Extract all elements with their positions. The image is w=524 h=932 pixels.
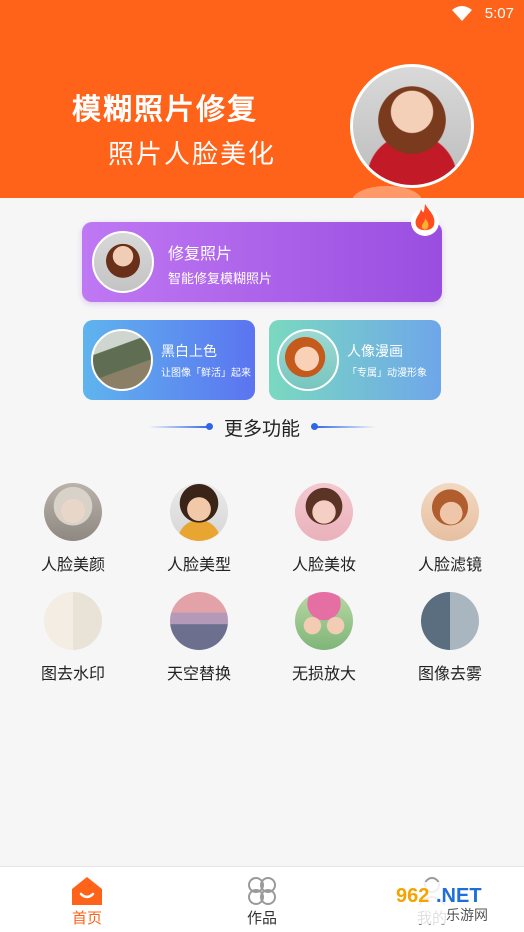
watermark-remove-icon [44,592,102,650]
photo-repair-thumbnail [92,231,154,293]
grid-item-watermark-remove[interactable]: 图去水印 [18,592,128,692]
svg-text:962: 962 [396,885,429,907]
home-icon [72,877,102,905]
portrait-comic-card[interactable]: 人像漫画 「专属」动漫形象 [269,320,441,400]
portrait-comic-thumbnail [277,329,339,391]
colorize-thumbnail [91,329,153,391]
photo-repair-card[interactable]: 修复照片 智能修复模糊照片 [82,222,442,302]
svg-text:.NET: .NET [436,885,482,907]
svg-text:乐游网: 乐游网 [446,908,488,924]
dehaze-icon [421,592,479,650]
colorize-desc: 让图像「鲜活」起来 [161,368,251,379]
grid-item-face-shape[interactable]: 人脸美型 [144,483,254,583]
section-divider-right [314,426,376,428]
nav-home-label: 首页 [71,909,102,927]
works-icon [248,877,276,905]
grid-label: 人脸美妆 [291,555,356,574]
grid-label: 人脸美型 [166,555,231,574]
grid-label: 人脸滤镜 [417,555,482,574]
colorize-card[interactable]: 黑白上色 让图像「鲜活」起来 [83,320,255,400]
header-banner: 5:07 模糊照片修复 照片人脸美化 [0,0,524,198]
grid-item-face-beauty[interactable]: 人脸美颜 [18,483,128,583]
grid-item-face-filter[interactable]: 人脸滤镜 [395,483,505,583]
hero-title: 模糊照片修复 [72,92,259,126]
grid-label: 天空替换 [166,664,231,683]
grid-label: 图像去雾 [417,664,482,683]
face-makeup-icon [295,483,353,541]
grid-label: 人脸美颜 [40,555,105,574]
grid-item-dehaze[interactable]: 图像去雾 [395,592,505,692]
hot-fire-icon [411,204,439,236]
status-time: 5:07 [484,5,514,22]
hero-subtitle: 照片人脸美化 [108,140,277,170]
photo-repair-title: 修复照片 [168,244,233,263]
sky-replace-icon [170,592,228,650]
wifi-icon [452,6,472,21]
hero-portrait-image [350,64,474,188]
grid-item-sky-replace[interactable]: 天空替换 [144,592,254,692]
status-bar: 5:07 [324,0,524,28]
photo-repair-desc: 智能修复模糊照片 [168,272,273,287]
nav-home[interactable]: 首页 [27,867,147,932]
grid-item-face-makeup[interactable]: 人脸美妆 [269,483,379,583]
colorize-title: 黑白上色 [161,344,217,360]
grid-label: 无损放大 [291,664,356,683]
upscale-icon [295,592,353,650]
site-watermark-logo: 962 .NET 乐游网 [388,882,520,924]
nav-works[interactable]: 作品 [202,867,322,932]
more-functions-title: 更多功能 [223,418,300,440]
portrait-comic-title: 人像漫画 [347,344,403,360]
face-shape-icon [170,483,228,541]
grid-item-upscale[interactable]: 无损放大 [269,592,379,692]
face-filter-icon [421,483,479,541]
portrait-comic-desc: 「专属」动漫形象 [347,368,427,379]
nav-works-label: 作品 [246,909,277,927]
grid-label: 图去水印 [40,664,105,683]
face-beauty-icon [44,483,102,541]
